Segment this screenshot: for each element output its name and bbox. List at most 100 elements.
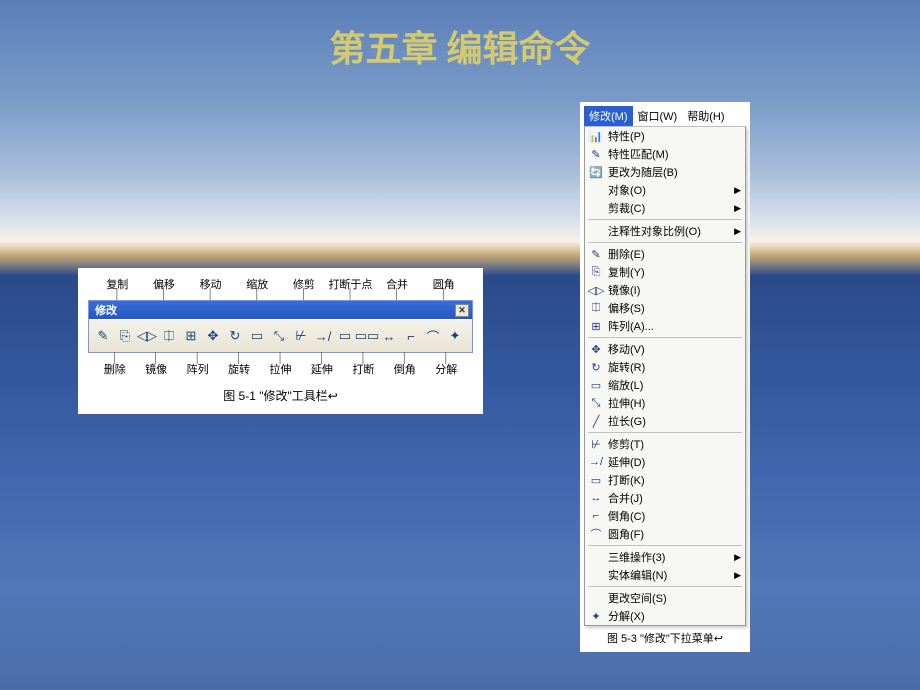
menu-item-label: 倒角(C) <box>608 508 741 524</box>
toolbar-label: 分解 <box>426 361 467 377</box>
menu-item-label: 缩放(L) <box>608 377 741 393</box>
menu-item[interactable]: 实体编辑(N)▶ <box>585 566 745 584</box>
toolbar-icons-row: ✎⎘◁▷⎅⊞✥↻▭⤡⊬→/▭▭▭↔⌐⌒✦ <box>89 319 472 352</box>
menu-item[interactable]: 更改空间(S) <box>585 589 745 607</box>
menu-item[interactable]: 📊特性(P) <box>585 127 745 145</box>
break-icon[interactable]: ▭▭ <box>357 326 377 346</box>
menu-item-icon: →/ <box>588 455 604 469</box>
toolbar-label: 删除 <box>94 361 135 377</box>
toolbar-label: 延伸 <box>301 361 342 377</box>
menu-item-icon: ⊬ <box>588 437 604 451</box>
rotate-icon[interactable]: ↻ <box>225 326 245 346</box>
offset-icon[interactable]: ⎅ <box>159 326 179 346</box>
menu-item[interactable]: ◁▷镜像(I) <box>585 281 745 299</box>
fillet-icon[interactable]: ⌒ <box>423 326 443 346</box>
menu-item[interactable]: ▭打断(K) <box>585 471 745 489</box>
menu-item[interactable]: 注释性对象比例(O) ▶ <box>585 222 745 240</box>
menu-item-label: 更改空间(S) <box>608 590 741 606</box>
menu-item[interactable]: 剪裁(C)▶ <box>585 199 745 217</box>
toolbar-caption: 图 5-1 "修改"工具栏↩ <box>88 377 473 404</box>
array-icon[interactable]: ⊞ <box>181 326 201 346</box>
submenu-arrow-icon: ▶ <box>734 226 741 237</box>
menu-item-icon: ▭ <box>588 473 604 487</box>
menu-separator <box>588 242 742 243</box>
menu-item[interactable]: ✦分解(X) <box>585 607 745 625</box>
menu-item-label: 移动(V) <box>608 341 741 357</box>
submenu-arrow-icon: ▶ <box>734 185 741 196</box>
page-title: 第五章 编辑命令 <box>0 0 920 72</box>
menubar: 修改(M)窗口(W)帮助(H) <box>584 106 746 126</box>
menu-item-icon: ▭ <box>588 378 604 392</box>
menu-item-label: 延伸(D) <box>608 454 741 470</box>
menu-item[interactable]: ⎅ 偏移(S) <box>585 299 745 317</box>
menu-separator <box>588 219 742 220</box>
menu-item[interactable]: ╱拉长(G) <box>585 412 745 430</box>
menu-item-label: 注释性对象比例(O) <box>608 223 730 239</box>
menu-item-label: 阵列(A)... <box>608 318 741 334</box>
trim-icon[interactable]: ⊬ <box>291 326 311 346</box>
menu-item-label: 拉长(G) <box>608 413 741 429</box>
menu-item[interactable]: ⎘复制(Y) <box>585 263 745 281</box>
menu-separator <box>588 586 742 587</box>
menubar-item[interactable]: 窗口(W) <box>633 106 683 126</box>
menu-item[interactable]: 三维操作(3) ▶ <box>585 548 745 566</box>
menu-item[interactable]: ✎特性匹配(M) <box>585 145 745 163</box>
menu-item-label: 分解(X) <box>608 608 741 624</box>
submenu-arrow-icon: ▶ <box>734 552 741 563</box>
menu-item[interactable]: 🔄更改为随层(B) <box>585 163 745 181</box>
menu-item[interactable]: ⊞阵列(A)... <box>585 317 745 335</box>
menu-item[interactable]: ⊬ 修剪(T) <box>585 435 745 453</box>
menu-item-icon <box>588 568 604 582</box>
menu-item[interactable]: ⌒圆角(F) <box>585 525 745 543</box>
menu-item[interactable]: 对象(O) ▶ <box>585 181 745 199</box>
menu-item-label: 修剪(T) <box>608 436 741 452</box>
menu-item-icon: ⎅ <box>588 301 604 315</box>
menubar-item[interactable]: 帮助(H) <box>682 106 729 126</box>
menu-item-icon <box>588 591 604 605</box>
menu-item[interactable]: ↔合并(J) <box>585 489 745 507</box>
menu-item-icon <box>588 183 604 197</box>
break-point-icon[interactable]: ▭ <box>335 326 355 346</box>
menu-item-icon <box>588 201 604 215</box>
menu-item-label: 三维操作(3) <box>608 549 730 565</box>
extend-icon[interactable]: →/ <box>313 326 333 346</box>
menu-item-icon <box>588 550 604 564</box>
dropdown-menu: 📊特性(P)✎特性匹配(M)🔄更改为随层(B)对象(O) ▶ 剪裁(C)▶ 注释性对象… <box>584 126 746 626</box>
menu-item-icon: ◁▷ <box>588 283 604 297</box>
menu-item-icon: ✥ <box>588 342 604 356</box>
scale-icon[interactable]: ▭ <box>247 326 267 346</box>
copy-icon[interactable]: ⎘ <box>115 326 135 346</box>
mirror-icon[interactable]: ◁▷ <box>137 326 157 346</box>
menu-item-label: 合并(J) <box>608 490 741 506</box>
menu-separator <box>588 337 742 338</box>
menu-item[interactable]: →/ 延伸(D) <box>585 453 745 471</box>
toolbar-figure: 复制偏移移动缩放修剪打断于点合并圆角 修改 ✕ ✎⎘◁▷⎅⊞✥↻▭⤡⊬→/▭▭▭… <box>78 268 483 414</box>
toolbar-bottom-labels: 删除镜像阵列旋转拉伸延伸打断倒角分解 <box>88 361 473 377</box>
toolbar-label: 镜像 <box>135 361 176 377</box>
move-icon[interactable]: ✥ <box>203 326 223 346</box>
stretch-icon[interactable]: ⤡ <box>269 326 289 346</box>
menu-item[interactable]: ⤡拉伸(H) <box>585 394 745 412</box>
menu-item-icon <box>588 224 604 238</box>
menu-item-label: 实体编辑(N) <box>608 567 730 583</box>
menu-separator <box>588 432 742 433</box>
menu-item[interactable]: ✥ 移动(V) <box>585 340 745 358</box>
menu-separator <box>588 545 742 546</box>
menu-item-label: 特性(P) <box>608 128 741 144</box>
toolbar-title: 修改 <box>95 302 117 318</box>
menubar-item[interactable]: 修改(M) <box>584 106 633 126</box>
close-icon[interactable]: ✕ <box>455 304 469 317</box>
erase-icon[interactable]: ✎ <box>93 326 113 346</box>
menu-item[interactable]: ✎删除(E) <box>585 245 745 263</box>
menu-item[interactable]: ↻旋转(R) <box>585 358 745 376</box>
join-icon[interactable]: ↔ <box>379 326 399 346</box>
toolbar-titlebar[interactable]: 修改 ✕ <box>89 301 472 319</box>
chamfer-icon[interactable]: ⌐ <box>401 326 421 346</box>
menu-item[interactable]: ▭ 缩放(L) <box>585 376 745 394</box>
menu-item-icon: ✎ <box>588 147 604 161</box>
menu-figure: 修改(M)窗口(W)帮助(H) 📊特性(P)✎特性匹配(M)🔄更改为随层(B)对… <box>580 102 750 652</box>
menu-item-label: 对象(O) <box>608 182 730 198</box>
menu-item[interactable]: ⌐倒角(C) <box>585 507 745 525</box>
menu-item-label: 偏移(S) <box>608 300 741 316</box>
explode-icon[interactable]: ✦ <box>445 326 465 346</box>
